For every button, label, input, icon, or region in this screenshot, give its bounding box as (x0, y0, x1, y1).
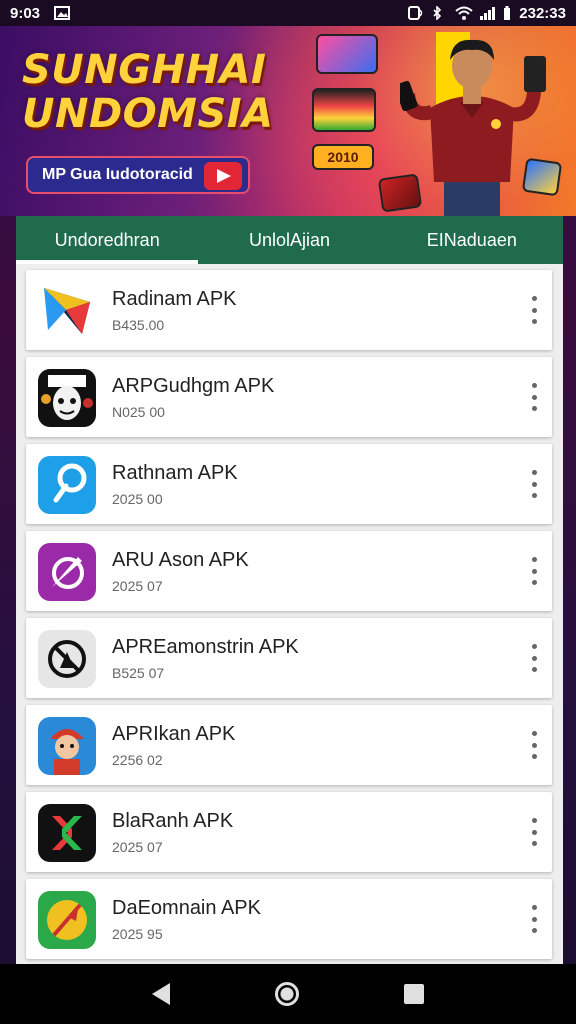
mask-face-icon (38, 369, 96, 427)
app-name: Radinam APK (112, 288, 237, 310)
banner-person-illustration (394, 32, 550, 216)
banner-cta-button[interactable]: MP Gua Iudotoracid (26, 156, 250, 194)
list-item[interactable]: BlaRanh APK 2025 07 (26, 792, 552, 872)
nfc-icon (407, 6, 423, 20)
list-item[interactable]: APRIkan APK 2256 02 (26, 705, 552, 785)
app-meta: B435.00 (112, 317, 165, 333)
app-name: APREamonstrin APK (112, 636, 299, 658)
app-meta: 2025 07 (112, 839, 163, 855)
back-icon[interactable] (152, 983, 171, 1005)
signal-icon (479, 6, 496, 20)
more-options-icon[interactable] (526, 905, 542, 933)
app-name: Rathnam APK (112, 462, 238, 484)
status-bar: 9:03 232:33 (0, 0, 576, 26)
more-options-icon[interactable] (526, 296, 542, 324)
app-meta: 2256 02 (112, 752, 163, 768)
banner-cta-label: MP Gua Iudotoracid (42, 166, 193, 183)
tab-first[interactable]: Undoredhran (16, 216, 199, 264)
app-name: ARPGudhgm APK (112, 375, 275, 397)
more-options-icon[interactable] (526, 470, 542, 498)
x-logo-icon (38, 804, 96, 862)
battery-icon (503, 6, 511, 20)
system-nav-bar (0, 964, 576, 1024)
app-meta: 2025 00 (112, 491, 163, 507)
list-item[interactable]: DaEomnain APK 2025 95 (26, 879, 552, 959)
app-list: Radinam APK B435.00 ARPGudhgm APK N025 0… (16, 264, 563, 964)
more-options-icon[interactable] (526, 731, 542, 759)
status-time: 9:03 (10, 4, 41, 22)
pin-icon (38, 456, 96, 514)
promo-badge: 2010 (312, 144, 374, 170)
app-name: APRIkan APK (112, 723, 236, 745)
bluetooth-icon (431, 5, 447, 21)
play-icon (204, 162, 242, 190)
recent-apps-icon[interactable] (403, 984, 424, 1004)
list-item[interactable]: ARPGudhgm APK N025 00 (26, 357, 552, 437)
app-meta: B525 07 (112, 665, 165, 681)
character-icon (38, 717, 96, 775)
wifi-icon (455, 6, 473, 20)
tab-bar: Undoredhran UnlolAjian EINaduaen (16, 216, 563, 264)
app-meta: 2025 95 (112, 926, 163, 942)
tab-second[interactable]: UnlolAjian (198, 216, 380, 264)
home-icon[interactable] (274, 982, 299, 1006)
more-options-icon[interactable] (526, 644, 542, 672)
more-options-icon[interactable] (526, 383, 542, 411)
compass-icon (38, 543, 96, 601)
app-name: DaEomnain APK (112, 897, 261, 919)
feather-icon (38, 891, 96, 949)
app-name: BlaRanh APK (112, 810, 234, 832)
banner-title: SUNGHHAI UNDOMSIA (22, 47, 274, 137)
app-meta: N025 00 (112, 404, 165, 420)
list-item[interactable]: Radinam APK B435.00 (26, 270, 552, 350)
list-item[interactable]: ARU Ason APK 2025 07 (26, 531, 552, 611)
tab-third[interactable]: EINaduaen (381, 216, 563, 264)
more-options-icon[interactable] (526, 557, 542, 585)
blocked-icon (38, 630, 96, 688)
promo-banner[interactable]: SUNGHHAI UNDOMSIA MP Gua Iudotoracid 201… (0, 26, 576, 216)
list-item[interactable]: Rathnam APK 2025 00 (26, 444, 552, 524)
play-triangle-icon (38, 282, 96, 340)
promo-card-image (316, 34, 378, 74)
app-meta: 2025 07 (112, 578, 163, 594)
promo-card-image (312, 88, 376, 132)
list-item[interactable]: APREamonstrin APK B525 07 (26, 618, 552, 698)
app-name: ARU Ason APK (112, 549, 249, 571)
more-options-icon[interactable] (526, 818, 542, 846)
status-clock: 232:33 (519, 4, 566, 22)
image-icon (54, 6, 71, 20)
